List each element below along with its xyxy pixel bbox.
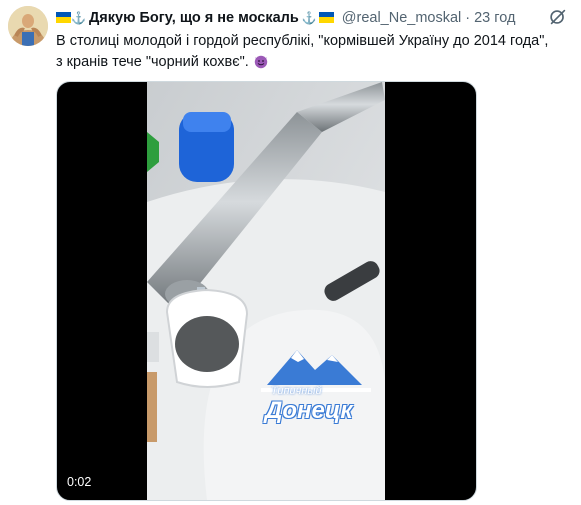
watermark-line1: Типичный [271,385,322,397]
author-handle[interactable]: @real_Ne_moskal [342,10,462,26]
avatar[interactable] [8,6,48,46]
separator-dot: · [465,10,471,26]
anchor-icon: ⚓ [301,11,317,25]
anchor-icon: ⚓ [71,11,86,25]
ukraine-flag-icon [318,11,334,23]
grok-icon[interactable] [547,6,569,28]
tweet-text-segment: з кранів тече "чорний кохвє". [56,54,249,70]
tweet[interactable]: ⚓ Дякую Богу, що я не москаль ⚓ @real_Ne… [0,0,581,505]
watermark: Типичный Донецк [257,340,427,440]
tweet-text-line: з кранів тече "чорний кохвє". [56,52,576,73]
watermark-line2: Донецк [265,397,353,424]
tweet-text: В столиці молодой і гордой республікі, "… [56,31,576,73]
tweet-header: ⚓ Дякую Богу, що я не москаль ⚓ @real_Ne… [56,8,571,28]
video-player[interactable]: Типичный Донецк 0:02 [56,81,477,501]
ukraine-flag-icon [56,11,71,23]
tweet-text-line: В столиці молодой і гордой республікі, "… [56,33,549,49]
video-duration: 0:02 [67,475,92,489]
author-name[interactable]: Дякую Богу, що я не москаль [89,10,299,26]
timestamp[interactable]: 23 год [474,10,515,26]
smiling-devil-emoji-icon [254,55,268,69]
